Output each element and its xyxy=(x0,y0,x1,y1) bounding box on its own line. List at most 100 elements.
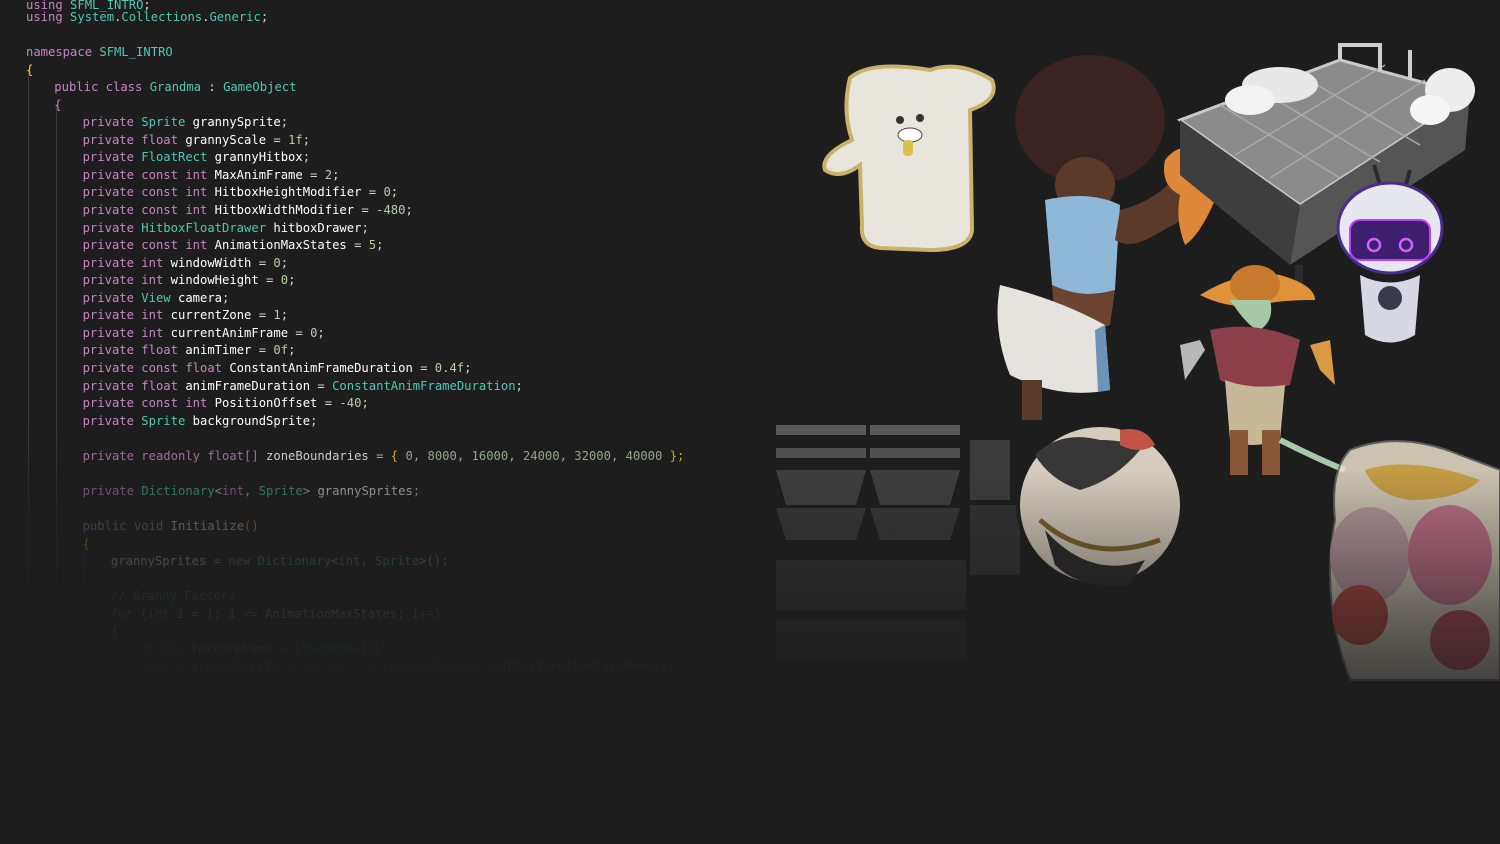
code-token: View xyxy=(141,291,178,305)
code-token: ; xyxy=(302,150,311,164)
code-token: { xyxy=(359,642,367,656)
cow-head xyxy=(1016,423,1184,587)
code-token: Initialize xyxy=(170,519,245,533)
code-token: ; xyxy=(222,291,230,305)
cats-sticker xyxy=(1329,440,1500,681)
code-line: private const float ConstantAnimFrameDur… xyxy=(83,360,472,378)
code-line: private View camera; xyxy=(83,290,230,308)
code-token: new xyxy=(228,554,258,568)
code-token: private const int xyxy=(82,203,215,217)
code-line: string textureName = $"Grandma{i}"; xyxy=(139,641,396,659)
code-token: = xyxy=(266,133,289,147)
rooftop-tile xyxy=(1176,43,1475,300)
code-token: -40 xyxy=(339,396,362,410)
code-token: Sprite xyxy=(375,554,420,568)
code-token: grannySprite xyxy=(293,694,382,708)
cat-sticker xyxy=(822,64,996,253)
code-token: ; xyxy=(302,133,311,147)
code-token: Add xyxy=(241,694,264,708)
code-token: private xyxy=(82,221,142,235)
code-token: private int xyxy=(82,273,171,287)
code-token: = xyxy=(368,449,391,463)
code-token: textureName xyxy=(572,659,653,673)
code-token: 1 xyxy=(273,308,281,322)
code-token: >(); xyxy=(419,554,449,568)
code-token: ; xyxy=(397,607,412,621)
code-token: i xyxy=(228,607,236,621)
code-token: ; xyxy=(361,221,369,235)
code-token: ; xyxy=(361,396,369,410)
code-token: ; xyxy=(280,256,289,270)
code-token: ; xyxy=(280,115,289,129)
code-line: private Sprite grannySprite; xyxy=(83,114,288,132)
code-token: > xyxy=(302,484,318,498)
code-token: int xyxy=(338,554,361,568)
code-line: { xyxy=(111,623,118,641)
code-token: = xyxy=(258,273,281,287)
code-token: $"Grandma xyxy=(293,642,360,656)
code-token: ; xyxy=(412,484,421,498)
code-token: string xyxy=(139,642,191,656)
code-line: private readonly float[] zoneBoundaries … xyxy=(83,448,685,466)
code-token: HitboxHeightModifier xyxy=(214,185,362,199)
code-line: private HitboxFloatDrawer hitboxDrawer; xyxy=(83,220,369,238)
code-token: private int xyxy=(82,326,171,340)
code-line: private const int MaxAnimFrame = 2; xyxy=(83,167,340,185)
code-token: private float xyxy=(82,133,186,147)
code-token: ConstantAnimFrameDuration xyxy=(332,379,516,393)
code-token: { xyxy=(110,624,119,638)
code-token: ; xyxy=(405,203,413,217)
code-token: Sprite xyxy=(330,659,375,673)
code-token: " xyxy=(381,642,389,656)
code-token: , xyxy=(244,484,259,498)
code-line: using System.Collections.Generic; xyxy=(26,9,268,27)
code-token: ConstantAnimFrameDuration xyxy=(229,361,413,375)
code-token: public void xyxy=(82,519,171,533)
indent-guide xyxy=(56,105,57,844)
code-token: Generic xyxy=(209,10,261,24)
code-line: private const int AnimationMaxStates = 5… xyxy=(83,237,384,255)
code-token: = xyxy=(361,185,384,199)
code-token: private const int xyxy=(82,238,215,252)
code-token: grannyScale xyxy=(185,133,267,147)
code-token: 0 xyxy=(280,273,289,287)
code-line: public void Initialize() xyxy=(83,518,259,536)
code-token: ; xyxy=(464,361,472,375)
code-token: 24000 xyxy=(522,449,560,463)
code-token: , xyxy=(360,554,376,568)
code-token: currentAnimFrame xyxy=(170,326,289,340)
code-token: = xyxy=(278,659,301,673)
code-token: 32000 xyxy=(574,449,611,463)
code-token: ; xyxy=(260,10,269,24)
code-token: Sprite xyxy=(141,414,193,428)
code-token: private const int xyxy=(82,185,215,199)
code-token: int xyxy=(147,607,177,621)
code-token: Collections xyxy=(121,10,203,24)
code-token: PositionOffset xyxy=(214,396,318,410)
code-token: Grandma xyxy=(149,80,202,94)
code-token: ; xyxy=(213,607,229,621)
line-gutter xyxy=(0,0,3,844)
code-token: 16000 xyxy=(471,449,509,463)
code-line: public class Grandma : GameObject xyxy=(54,79,296,97)
code-token: HitboxFloatDrawer xyxy=(141,221,274,235)
code-token: SFML_INTRO xyxy=(99,45,173,59)
code-token: grannySprites xyxy=(317,484,413,498)
code-token: private readonly float[] xyxy=(82,449,267,463)
code-line: private const int HitboxHeightModifier =… xyxy=(83,184,399,202)
code-token: 2 xyxy=(324,168,333,182)
code-line: private float grannyScale = 1f; xyxy=(83,132,311,150)
code-line: { xyxy=(26,62,33,80)
code-token: )); xyxy=(652,659,675,673)
code-token: private xyxy=(82,115,142,129)
code-token: = xyxy=(346,238,369,252)
code-token: = xyxy=(206,554,229,568)
code-token: = xyxy=(184,607,207,621)
artwork-collage xyxy=(776,43,1500,681)
code-token: hitboxDrawer xyxy=(273,221,362,235)
code-token: ; xyxy=(288,343,296,357)
code-token: ( xyxy=(140,607,148,621)
code-line: namespace SFML_INTRO xyxy=(26,44,173,62)
code-token: textureName xyxy=(190,642,272,656)
code-token: 1 xyxy=(206,607,214,621)
